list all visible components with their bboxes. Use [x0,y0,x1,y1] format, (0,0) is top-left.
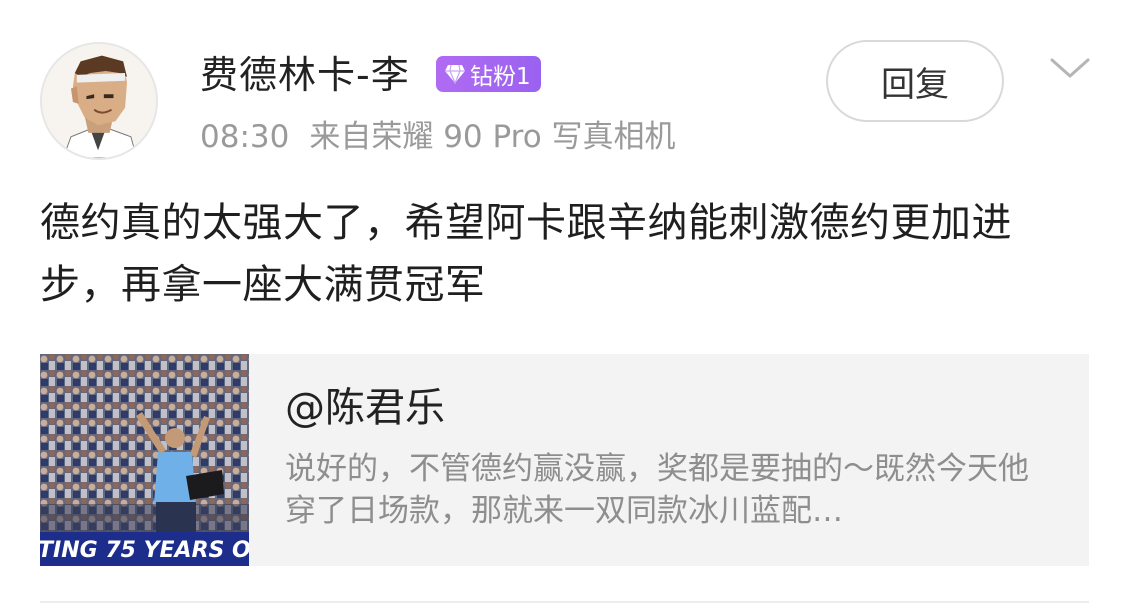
shared-post-text: @陈君乐 说好的，不管德约赢没赢，奖都是要抽的～既然今天他穿了日场款，那就来一双… [249,354,1055,566]
thumbnail-banner-text: TING 75 YEARS OF BRE [40,538,249,563]
reply-button[interactable]: 回复 [826,40,1004,122]
badge-label: 钻粉1 [470,64,531,90]
tennis-photo: TING 75 YEARS OF BRE [40,354,249,566]
post-divider [40,601,1089,603]
avatar-portrait [42,44,156,158]
shared-post-summary: 说好的，不管德约赢没赢，奖都是要抽的～既然今天他穿了日场款，那就来一双同款冰川蓝… [285,451,1029,529]
diamond-icon [445,64,465,84]
chevron-down-icon[interactable] [1048,52,1092,82]
username[interactable]: 费德林卡-李 [200,52,410,98]
shared-post-card[interactable]: TING 75 YEARS OF BRE @陈君乐 说好的，不管德约赢没赢，奖都… [40,354,1089,566]
shared-post-thumbnail[interactable]: TING 75 YEARS OF BRE [40,354,249,566]
post-meta: 08:30 来自荣耀 90 Pro 写真相机 [200,116,676,158]
weibo-post: 费德林卡-李 钻粉1 08:30 来自荣耀 90 Pro 写真相机 回复 德约真的… [0,0,1125,605]
shared-post-author[interactable]: @陈君乐 [285,382,1055,434]
fan-level-badge[interactable]: 钻粉1 [436,56,541,92]
post-body: 德约真的太强大了，希望阿卡跟辛纳能刺激德约更加进步，再拿一座大满贯冠军 [40,200,1012,308]
user-avatar[interactable] [40,42,158,160]
post-time: 08:30 [200,119,290,155]
post-source[interactable]: 来自荣耀 90 Pro 写真相机 [309,119,675,155]
